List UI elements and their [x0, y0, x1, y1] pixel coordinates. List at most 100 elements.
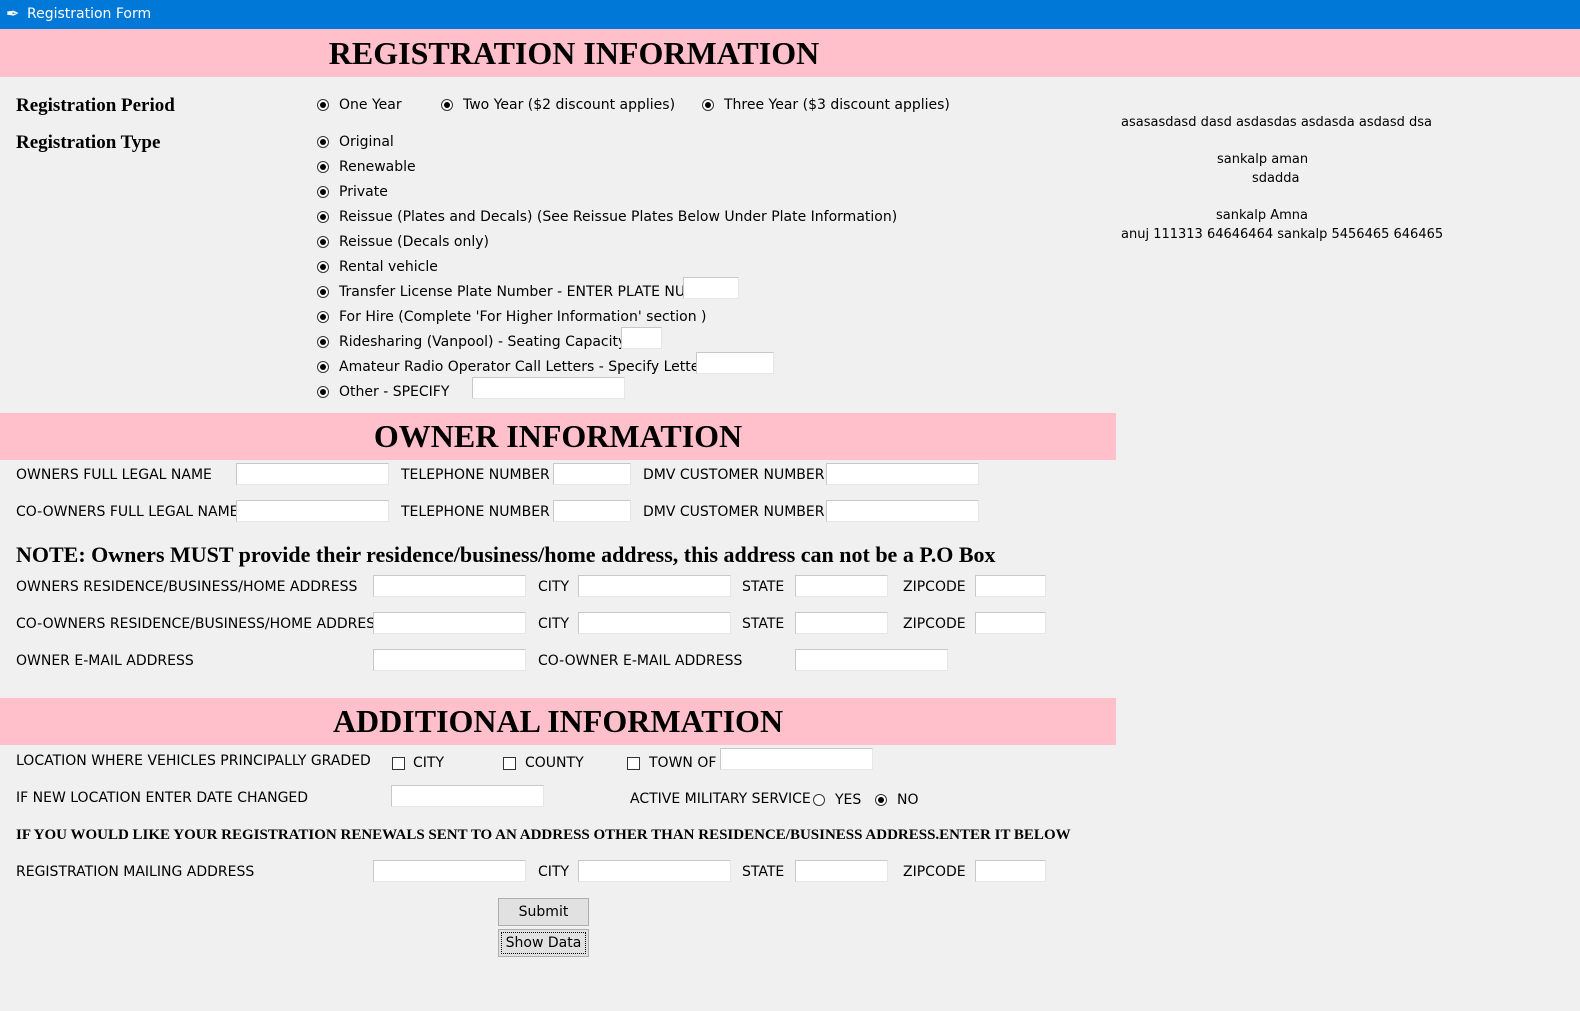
other-specify-input[interactable]: [472, 377, 625, 399]
type-for-hire-label[interactable]: For Hire (Complete 'For Higher Informati…: [339, 309, 706, 325]
period-two-year-radio[interactable]: [441, 99, 453, 111]
mailing-zip-label: ZIPCODE: [903, 864, 966, 880]
type-private-radio[interactable]: [317, 186, 329, 198]
coowner-address-input[interactable]: [373, 612, 526, 634]
coowner-state-input[interactable]: [795, 612, 888, 634]
coowner-name-label: CO-OWNERS FULL LEGAL NAME: [16, 504, 239, 520]
type-original-radio[interactable]: [317, 136, 329, 148]
additional-banner: ADDITIONAL INFORMATION: [0, 698, 1116, 745]
county-checkbox[interactable]: [503, 757, 516, 770]
type-for-hire-radio[interactable]: [317, 311, 329, 323]
owner-zip-input[interactable]: [975, 575, 1046, 597]
military-label: ACTIVE MILITARY SERVICE: [630, 791, 811, 807]
military-yes-label[interactable]: YES: [835, 792, 861, 808]
type-transfer-label[interactable]: Transfer License Plate Number - ENTER PL…: [339, 284, 697, 300]
output-line-1: asasasdasd dasd asdasdas asdasda asdasd …: [1121, 115, 1433, 130]
call-letters-input[interactable]: [696, 352, 774, 374]
type-reissue-plates-radio[interactable]: [317, 211, 329, 223]
city-checkbox[interactable]: [392, 757, 405, 770]
owner-address-label: OWNERS RESIDENCE/BUSINESS/HOME ADDRESS: [16, 579, 358, 595]
owner-dmv-input[interactable]: [826, 463, 979, 485]
type-renewable-label[interactable]: Renewable: [339, 159, 416, 175]
coowner-name-input[interactable]: [236, 500, 389, 522]
coowner-telephone-input[interactable]: [553, 500, 631, 522]
seating-capacity-input[interactable]: [621, 327, 662, 349]
owner-zip-label: ZIPCODE: [903, 579, 966, 595]
period-one-year-radio[interactable]: [317, 99, 329, 111]
type-renewable-radio[interactable]: [317, 161, 329, 173]
type-reissue-plates-label[interactable]: Reissue (Plates and Decals) (See Reissue…: [339, 209, 897, 225]
plate-number-input[interactable]: [683, 277, 739, 299]
type-reissue-decals-radio[interactable]: [317, 236, 329, 248]
address-note: NOTE: Owners MUST provide their residenc…: [16, 542, 996, 567]
owner-city-label: CITY: [538, 579, 570, 595]
mailing-city-label: CITY: [538, 864, 570, 880]
period-three-year-label[interactable]: Three Year ($3 discount applies): [724, 97, 950, 113]
type-amateur-radio-radio[interactable]: [317, 361, 329, 373]
period-one-year-label[interactable]: One Year: [339, 97, 402, 113]
mailing-address-input[interactable]: [373, 860, 526, 882]
owner-state-input[interactable]: [795, 575, 888, 597]
output-line-2: sankalp aman: [1217, 152, 1309, 167]
coowner-zip-label: ZIPCODE: [903, 616, 966, 632]
output-line-5: anuj 111313 64646464 sankalp 5456465 646…: [1121, 227, 1444, 242]
date-changed-input[interactable]: [391, 785, 544, 807]
owner-city-input[interactable]: [578, 575, 731, 597]
mailing-state-input[interactable]: [795, 860, 888, 882]
county-checkbox-label[interactable]: COUNTY: [525, 755, 584, 771]
owner-address-input[interactable]: [373, 575, 526, 597]
owner-banner: OWNER INFORMATION: [0, 413, 1116, 460]
owner-name-input[interactable]: [236, 463, 389, 485]
town-of-input[interactable]: [720, 748, 873, 770]
coowner-telephone-label: TELEPHONE NUMBER: [401, 504, 550, 520]
owner-email-label: OWNER E-MAIL ADDRESS: [16, 653, 194, 669]
coowner-email-label: CO-OWNER E-MAIL ADDRESS: [538, 653, 743, 669]
type-private-label[interactable]: Private: [339, 184, 388, 200]
military-yes-radio[interactable]: [813, 794, 825, 806]
owner-email-input[interactable]: [373, 649, 526, 671]
date-changed-label: IF NEW LOCATION ENTER DATE CHANGED: [16, 790, 309, 806]
owner-dmv-label: DMV CUSTOMER NUMBER: [643, 467, 825, 483]
type-amateur-radio-label[interactable]: Amateur Radio Operator Call Letters - Sp…: [339, 359, 712, 375]
location-label: LOCATION WHERE VEHICLES PRINCIPALLY GRAD…: [16, 753, 371, 769]
output-line-3: sdadda: [1252, 171, 1300, 186]
city-checkbox-label[interactable]: CITY: [413, 755, 444, 771]
submit-button[interactable]: Submit: [498, 898, 589, 926]
coowner-zip-input[interactable]: [975, 612, 1046, 634]
type-other-radio[interactable]: [317, 386, 329, 398]
military-no-label[interactable]: NO: [897, 792, 919, 808]
coowner-city-label: CITY: [538, 616, 570, 632]
coowner-email-input[interactable]: [795, 649, 948, 671]
feather-icon: ✒: [6, 4, 20, 23]
registration-type-label: Registration Type: [16, 132, 161, 153]
town-checkbox[interactable]: [627, 757, 640, 770]
owner-telephone-label: TELEPHONE NUMBER: [401, 467, 550, 483]
owner-telephone-input[interactable]: [553, 463, 631, 485]
mailing-city-input[interactable]: [578, 860, 731, 882]
registration-banner-title: REGISTRATION INFORMATION: [328, 35, 820, 71]
type-reissue-decals-label[interactable]: Reissue (Decals only): [339, 234, 489, 250]
type-rental-label[interactable]: Rental vehicle: [339, 259, 438, 275]
coowner-city-input[interactable]: [578, 612, 731, 634]
title-bar: ✒ Registration Form: [0, 0, 1580, 29]
type-ridesharing-radio[interactable]: [317, 336, 329, 348]
type-rental-radio[interactable]: [317, 261, 329, 273]
type-transfer-radio[interactable]: [317, 286, 329, 298]
military-no-radio[interactable]: [875, 794, 887, 806]
period-two-year-label[interactable]: Two Year ($2 discount applies): [463, 97, 675, 113]
town-checkbox-label[interactable]: TOWN OF: [649, 755, 716, 771]
mailing-state-label: STATE: [742, 864, 785, 880]
coowner-state-label: STATE: [742, 616, 785, 632]
window-title: Registration Form: [27, 6, 152, 22]
owner-name-label: OWNERS FULL LEGAL NAME: [16, 467, 212, 483]
owner-state-label: STATE: [742, 579, 785, 595]
period-three-year-radio[interactable]: [702, 99, 714, 111]
type-ridesharing-label[interactable]: Ridesharing (Vanpool) - Seating Capacity: [339, 334, 626, 350]
type-other-label[interactable]: Other - SPECIFY: [339, 384, 449, 400]
coowner-dmv-input[interactable]: [826, 500, 979, 522]
show-data-button[interactable]: Show Data: [498, 929, 589, 957]
owner-banner-title: OWNER INFORMATION: [373, 418, 743, 454]
mailing-zip-input[interactable]: [975, 860, 1046, 882]
additional-banner-title: ADDITIONAL INFORMATION: [332, 703, 784, 739]
type-original-label[interactable]: Original: [339, 134, 394, 150]
